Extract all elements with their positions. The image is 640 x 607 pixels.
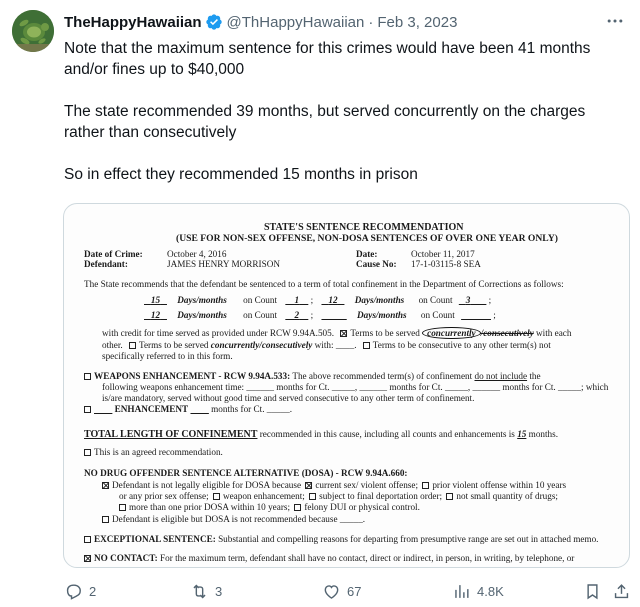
views-icon — [452, 582, 471, 601]
consecutively-struck: /consecutively — [480, 328, 534, 338]
like-count: 67 — [347, 583, 362, 599]
views-count: 4.8K — [477, 583, 504, 599]
term-1-value: 15 — [150, 295, 161, 305]
defendant-name: JAMES HENRY MORRISON — [167, 259, 280, 269]
term-2-value: 12 — [150, 310, 161, 320]
dosa-reason: prior violent offense within 10 years — [432, 480, 567, 490]
count-number: 3 — [465, 295, 471, 305]
document-subtitle: (USE FOR NON-SEX OFFENSE, NON-DOSA SENTE… — [176, 233, 558, 244]
views-button[interactable]: 4.8K — [452, 580, 504, 602]
display-name[interactable]: TheHappyHawaiian — [64, 14, 202, 31]
recommendation-intro: The State recommends that the defendant … — [84, 279, 564, 289]
retweet-count: 3 — [215, 583, 223, 599]
like-button[interactable]: 67 — [322, 580, 361, 602]
defendant-label: Defendant: — [84, 259, 128, 269]
term-unit: Days/months — [354, 295, 405, 305]
on-count-label: on Count — [243, 295, 278, 305]
dosa-reason: current sex/ violent offense; — [315, 480, 419, 490]
total-confinement-text: recommended in this cause, including all… — [259, 429, 515, 439]
weapons-text: The above recommended term(s) of confine… — [292, 371, 473, 381]
tweet-paragraph: The state recommended 39 months, but ser… — [64, 103, 586, 141]
terms-served-label: Terms to be served — [138, 340, 209, 350]
weapons-line-2: following weapons enhancement time: ____… — [102, 382, 609, 392]
total-months-value: 15 — [517, 429, 527, 439]
dosa-reason: felony DUI or physical control. — [304, 502, 420, 512]
specifically-referred: specifically referred to in this form. — [102, 351, 233, 361]
term-unit: Days/months — [177, 295, 227, 305]
tweet-text: Note that the maximum sentence for this … — [64, 38, 624, 185]
separator-dot: · — [368, 13, 374, 31]
handle[interactable]: @ThHappyHawaiian — [227, 14, 365, 31]
weapons-line-3: is/are mandatory, served without good ti… — [102, 393, 475, 403]
retweet-icon — [190, 582, 209, 601]
dosa-eligible-not-recommended: Defendant is eligible but DOSA is not re… — [112, 514, 366, 524]
total-confinement-label: TOTAL LENGTH OF CONFINEMENT — [84, 429, 258, 440]
tweet-header: TheHappyHawaiian @ThHappyHawaiian · Feb … — [64, 11, 457, 33]
on-count-label: on Count — [420, 310, 455, 320]
term-value: 12 — [328, 295, 338, 305]
dosa-reason: subject to final deportation order; — [319, 491, 443, 501]
tweet[interactable]: TheHappyHawaiian @ThHappyHawaiian · Feb … — [0, 0, 640, 607]
separator: ; — [493, 310, 496, 320]
reply-icon — [64, 582, 83, 601]
dosa-reason: or any prior sex offense; — [119, 491, 209, 501]
do-not-include: do not include — [474, 371, 528, 381]
other-label: other. — [102, 340, 123, 350]
total-unit: months. — [528, 429, 559, 439]
enhancement-text: months for Ct. _____. — [211, 404, 293, 414]
weapons-text-end: the — [529, 371, 541, 381]
dosa-reason: more than one prior DOSA within 10 years… — [129, 502, 291, 512]
no-contact-text: For the maximum term, defendant shall ha… — [160, 553, 575, 563]
cause-number: 17-1-03115-8 SEA — [411, 259, 481, 269]
no-contact-heading: NO CONTACT: — [94, 553, 158, 563]
document-title: STATE'S SENTENCE RECOMMENDATION — [264, 222, 464, 233]
sentence-recommendation-document: STATE'S SENTENCE RECOMMENDATION (USE FOR… — [84, 222, 609, 563]
bookmark-button[interactable] — [583, 580, 602, 602]
on-count-label: on Count — [243, 310, 278, 320]
enhancement-label: ENHANCEMENT — [114, 404, 189, 414]
terms-served-label: Terms to be served — [350, 328, 420, 338]
count-number: 1 — [294, 295, 300, 305]
count-number: 2 — [294, 310, 300, 320]
bookmark-icon — [583, 582, 602, 601]
dosa-reason: not small quantity of drugs; — [456, 491, 558, 501]
agreed-recommendation: This is an agreed recommendation. — [94, 447, 223, 457]
tweet-date[interactable]: Feb 3, 2023 — [377, 14, 457, 31]
exceptional-sentence-heading: EXCEPTIONAL SENTENCE: — [94, 534, 216, 544]
turtle-avatar-image — [12, 10, 54, 52]
on-count-label: on Count — [418, 295, 453, 305]
dosa-reason: Defendant is not legally eligible for DO… — [112, 480, 302, 490]
attached-document-image[interactable]: STATE'S SENTENCE RECOMMENDATION (USE FOR… — [63, 203, 630, 568]
dosa-reason: weapon enhancement; — [222, 491, 305, 501]
share-button[interactable] — [612, 580, 631, 602]
tweet-paragraph: So in effect they recommended 15 months … — [64, 166, 418, 183]
concurrently-circled: concurrently — [422, 327, 481, 339]
with-label: with: — [314, 340, 334, 350]
term-unit: Days/months — [177, 310, 227, 320]
reply-count: 2 — [89, 583, 97, 599]
with-each-label: with each — [536, 328, 572, 338]
consecutive-other-terms: Terms to be consecutive to any other ter… — [372, 340, 551, 350]
dosa-heading: NO DRUG OFFENDER SENTENCE ALTERNATIVE (D… — [84, 468, 408, 478]
tweet-actions: 2 3 67 4.8K — [64, 580, 630, 602]
retweet-button[interactable]: 3 — [190, 580, 222, 602]
verified-badge-icon[interactable] — [205, 13, 223, 31]
term-unit: Days/months — [357, 310, 407, 320]
cause-label: Cause No: — [356, 259, 397, 269]
more-icon[interactable] — [604, 10, 626, 32]
exceptional-sentence-text: Substantial and compelling reasons for d… — [218, 534, 599, 544]
weapons-enhancement-heading: WEAPONS ENHANCEMENT - RCW 9.94A.533: — [94, 371, 291, 381]
avatar[interactable] — [12, 10, 54, 52]
concurrently-consecutively-label: concurrently/consecutively — [210, 340, 313, 350]
like-icon — [322, 582, 341, 601]
tweet-paragraph: Note that the maximum sentence for this … — [64, 40, 591, 78]
reply-button[interactable]: 2 — [64, 580, 96, 602]
share-icon — [612, 582, 631, 601]
credit-text: with credit for time served as provided … — [102, 328, 335, 338]
